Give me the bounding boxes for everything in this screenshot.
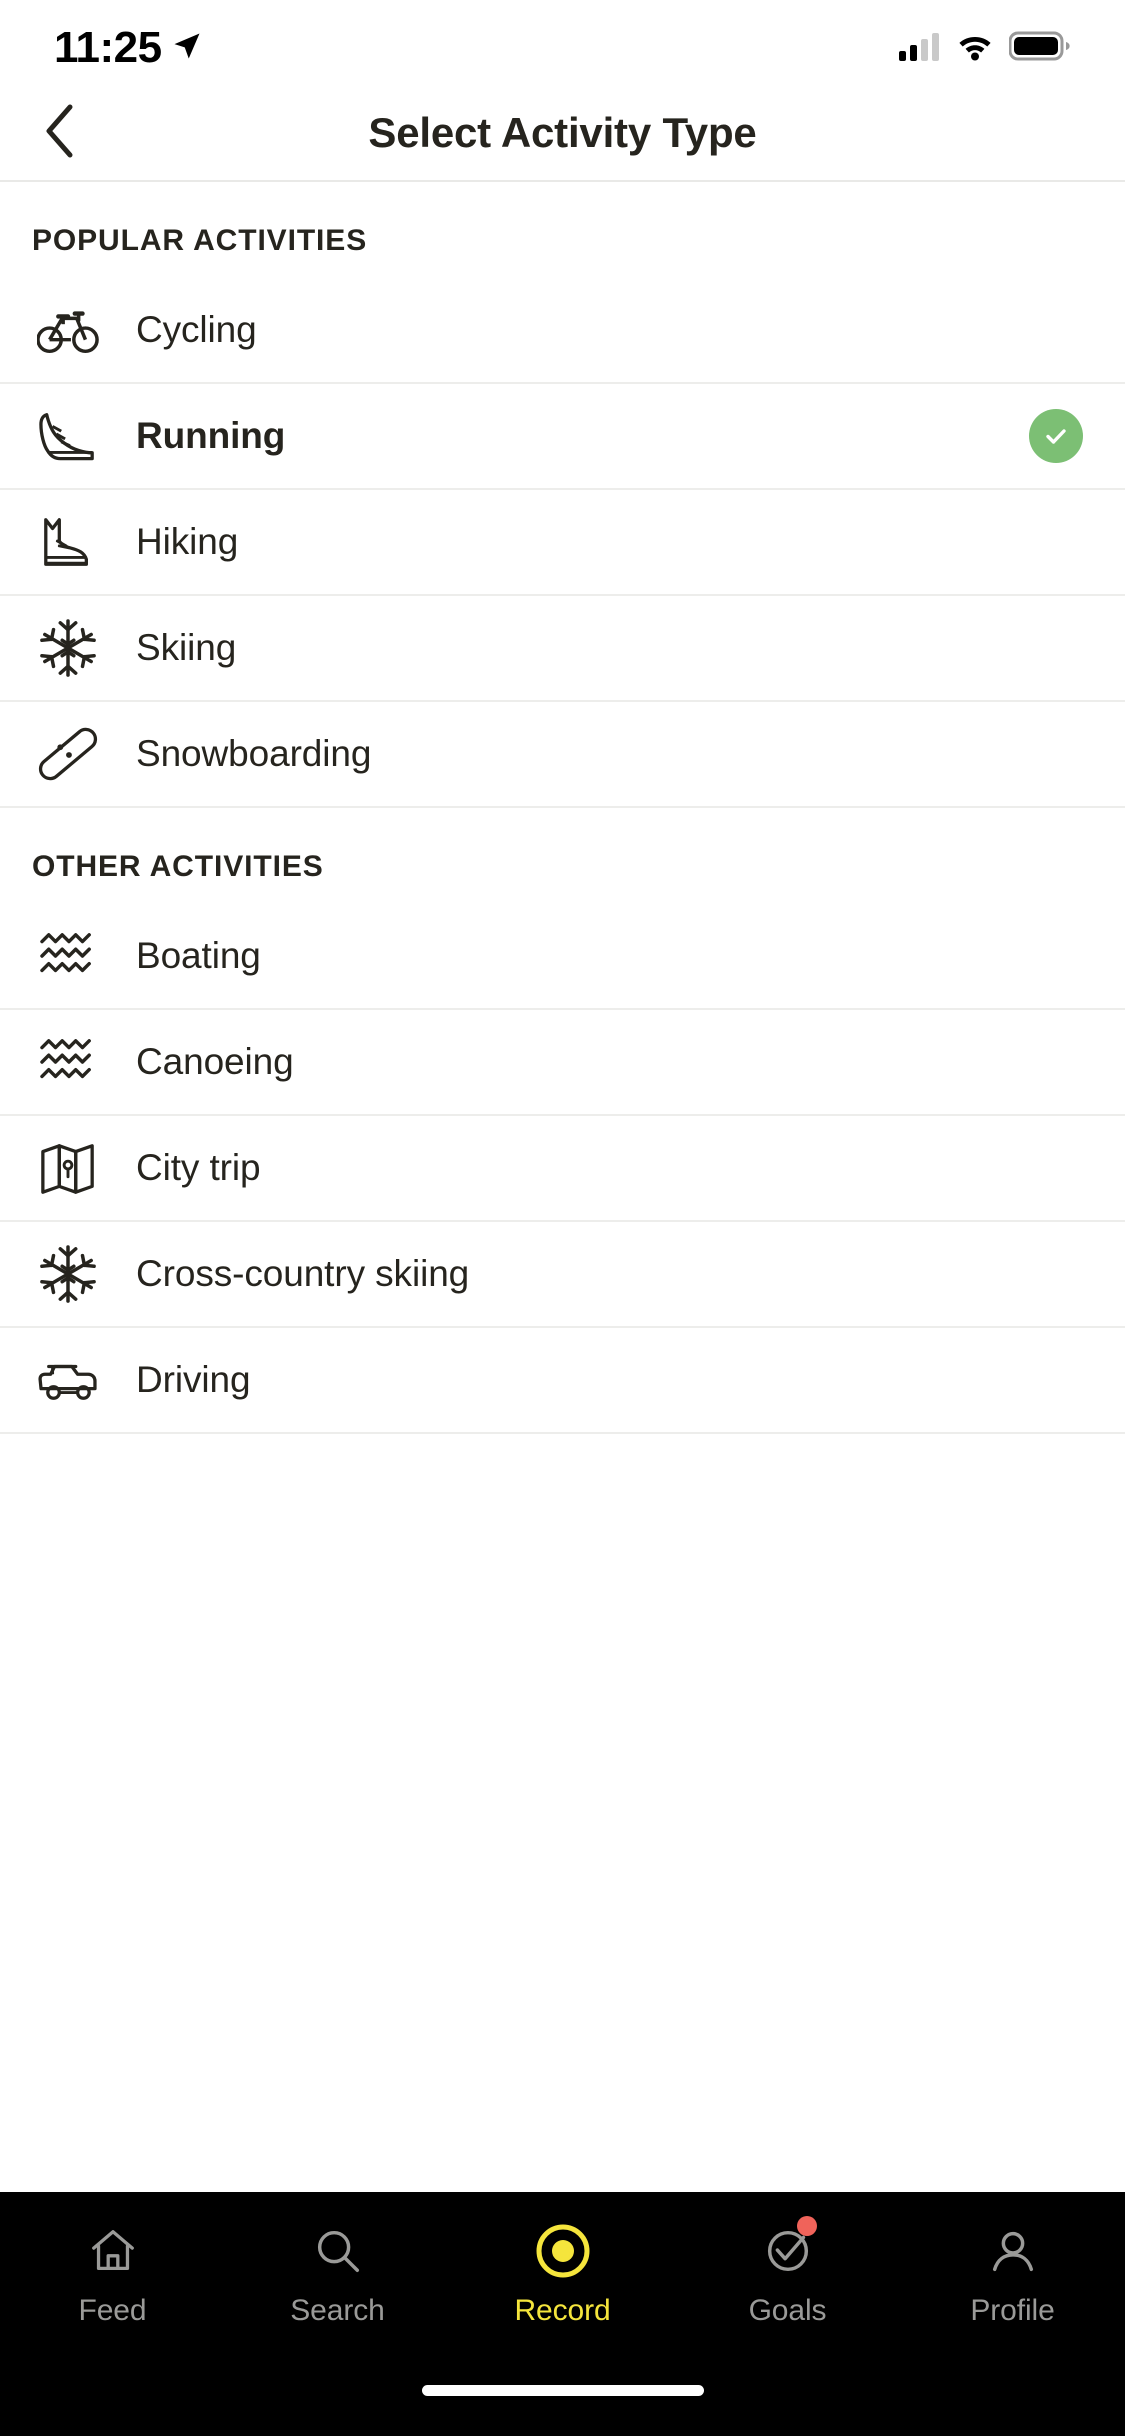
activity-label: Canoeing <box>136 1041 294 1082</box>
battery-full-icon <box>1008 31 1071 66</box>
tab-label: Record <box>514 2294 611 2327</box>
snowflake-icon <box>0 618 136 678</box>
page-title: Select Activity Type <box>368 109 757 156</box>
bicycle-icon <box>0 304 136 356</box>
status-bar-right <box>899 21 1071 66</box>
activity-list[interactable]: POPULAR ACTIVITIES Cycling Running Hikin… <box>0 182 1125 2192</box>
home-indicator[interactable] <box>421 2384 704 2396</box>
search-icon <box>311 2220 365 2282</box>
target-check-icon <box>761 2216 817 2282</box>
tab-label: Search <box>290 2294 385 2327</box>
activity-label: Skiing <box>136 627 237 668</box>
notification-badge <box>796 2216 817 2236</box>
activity-row-snowboarding[interactable]: Snowboarding <box>0 702 1125 808</box>
activity-row-city-trip[interactable]: City trip <box>0 1116 1125 1222</box>
activity-row-skiing[interactable]: Skiing <box>0 596 1125 702</box>
navigation-header: Select Activity Type <box>0 86 1125 182</box>
tab-label: Feed <box>78 2294 147 2327</box>
snowflake-icon <box>0 1244 136 1304</box>
activity-row-driving[interactable]: Driving <box>0 1328 1125 1434</box>
activity-label: Running <box>136 415 286 456</box>
car-icon <box>0 1354 136 1406</box>
selected-indicator <box>1027 409 1085 463</box>
tab-search[interactable]: Search <box>225 2214 450 2344</box>
activity-row-running[interactable]: Running <box>0 384 1125 490</box>
activity-label: Snowboarding <box>136 733 372 774</box>
wifi-icon <box>955 31 995 66</box>
activity-label: City trip <box>136 1147 261 1188</box>
activity-row-canoeing[interactable]: Canoeing <box>0 1010 1125 1116</box>
bottom-tab-bar: Feed Search Record Goals Profile <box>0 2192 1125 2436</box>
running-shoe-icon <box>0 407 136 465</box>
home-icon <box>86 2220 140 2282</box>
check-circle-icon <box>1029 409 1083 463</box>
snowboard-icon <box>0 725 136 783</box>
status-bar: 11:25 <box>0 0 1125 86</box>
tab-goals[interactable]: Goals <box>675 2214 900 2344</box>
status-bar-left: 11:25 <box>54 13 202 73</box>
tab-feed[interactable]: Feed <box>0 2214 225 2344</box>
tab-label: Profile <box>970 2294 1055 2327</box>
status-time: 11:25 <box>54 23 162 72</box>
tab-profile[interactable]: Profile <box>900 2214 1125 2344</box>
record-circle-icon <box>534 2220 592 2282</box>
activity-label: Hiking <box>136 521 239 562</box>
section-header: OTHER ACTIVITIES <box>32 850 324 883</box>
tab-record[interactable]: Record <box>450 2214 675 2344</box>
activity-label: Driving <box>136 1359 251 1400</box>
tab-label: Goals <box>748 2294 827 2327</box>
activity-row-cycling[interactable]: Cycling <box>0 278 1125 384</box>
waves-icon <box>0 1036 136 1088</box>
home-indicator-area <box>0 2344 1125 2436</box>
location-arrow-icon <box>172 31 202 66</box>
back-button[interactable] <box>22 96 96 170</box>
chevron-left-icon <box>42 103 76 164</box>
activity-label: Boating <box>136 935 261 976</box>
person-icon <box>986 2220 1040 2282</box>
hiking-boot-icon <box>0 514 136 570</box>
activity-row-cross-country-skiing[interactable]: Cross-country skiing <box>0 1222 1125 1328</box>
activity-row-hiking[interactable]: Hiking <box>0 490 1125 596</box>
app-screen: 11:25 Select Activity Type POPULAR ACTIV… <box>0 0 1125 2436</box>
waves-icon <box>0 930 136 982</box>
cellular-signal-icon <box>899 31 941 66</box>
folded-map-icon <box>0 1139 136 1197</box>
activity-label: Cross-country skiing <box>136 1253 470 1294</box>
section-header: POPULAR ACTIVITIES <box>32 224 368 257</box>
activity-label: Cycling <box>136 309 257 350</box>
activity-row-boating[interactable]: Boating <box>0 904 1125 1010</box>
